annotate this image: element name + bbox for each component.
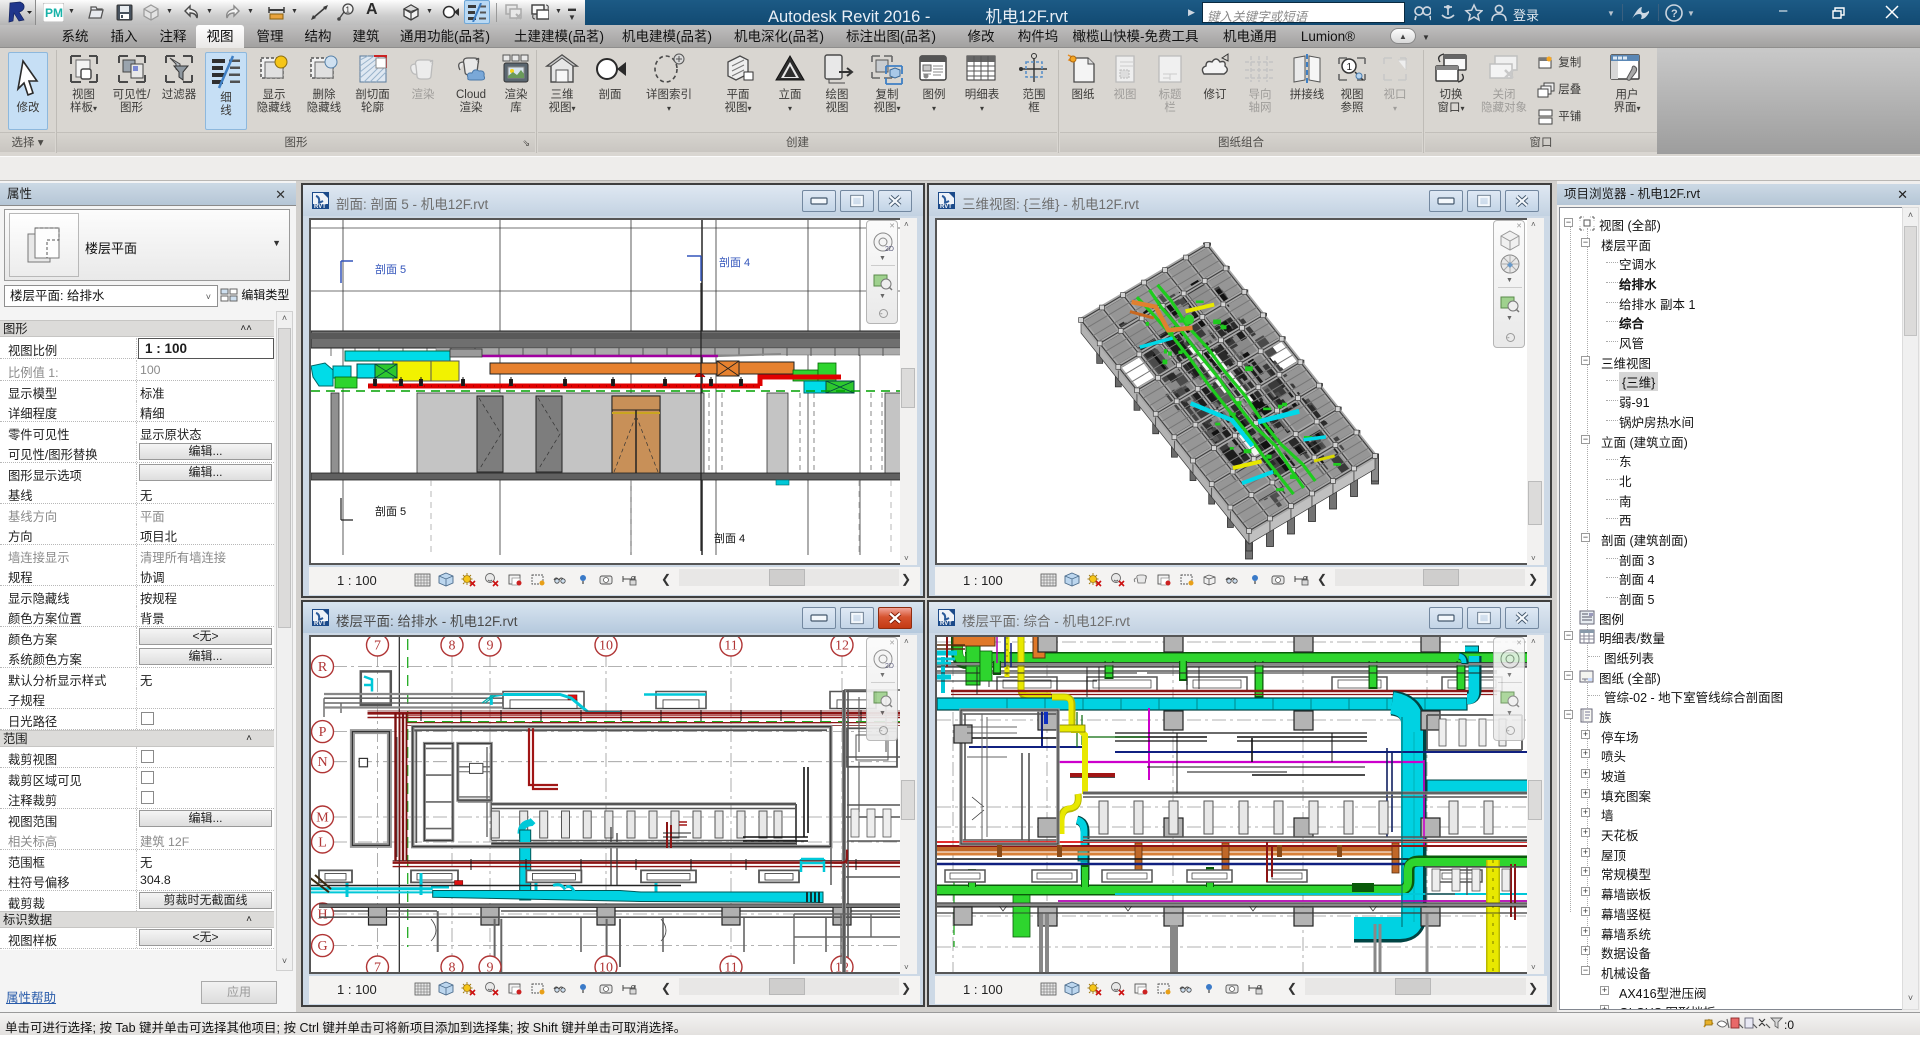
svg-text:9: 9 [487, 639, 494, 654]
svg-text:8: 8 [449, 961, 456, 973]
svg-text:12: 12 [835, 639, 849, 654]
svg-text:11: 11 [724, 639, 737, 654]
svg-text:RVT: RVT [314, 621, 326, 626]
svg-text:G: G [317, 939, 327, 954]
svg-text:剖面 5: 剖面 5 [375, 504, 406, 518]
svg-text:8: 8 [449, 639, 456, 654]
svg-text:RVT: RVT [940, 204, 952, 209]
svg-text:10: 10 [599, 639, 613, 654]
svg-text:PM: PM [45, 6, 63, 20]
svg-text:R: R [318, 660, 328, 675]
svg-text:?: ? [1671, 8, 1678, 20]
svg-text:2D: 2D [885, 663, 894, 670]
svg-text:P: P [319, 725, 327, 740]
svg-text:7: 7 [374, 961, 381, 973]
svg-text:剖面 4: 剖面 4 [719, 255, 750, 269]
svg-text:7: 7 [374, 639, 381, 654]
svg-text:RVT: RVT [314, 204, 326, 209]
svg-text:H: H [317, 908, 327, 923]
svg-text:11: 11 [724, 961, 737, 973]
svg-text:10: 10 [599, 961, 613, 973]
svg-text:9: 9 [487, 961, 494, 973]
svg-text:1: 1 [346, 6, 351, 15]
svg-text:RVT: RVT [940, 621, 952, 626]
svg-text:1: 1 [1347, 62, 1353, 73]
svg-text:剖面 4: 剖面 4 [714, 531, 745, 545]
svg-text:M: M [316, 811, 329, 826]
svg-text:L: L [318, 836, 327, 851]
svg-text:N: N [317, 755, 327, 770]
svg-text:2D: 2D [885, 246, 894, 253]
svg-text:剖面 5: 剖面 5 [375, 262, 406, 276]
